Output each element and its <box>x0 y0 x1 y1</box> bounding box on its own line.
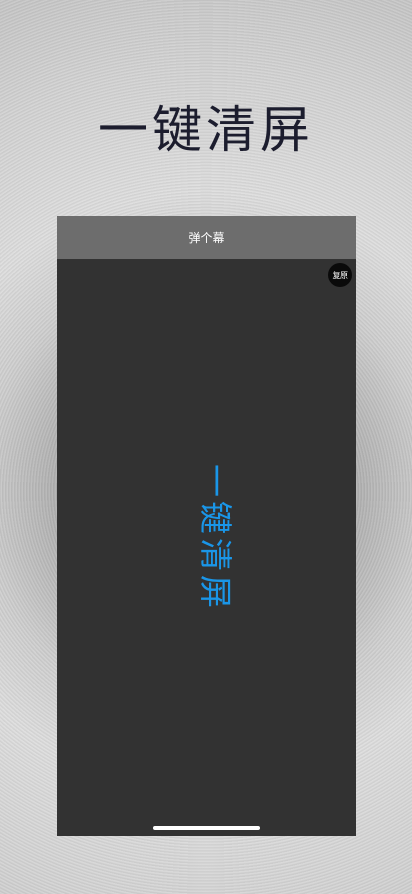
restore-button[interactable]: 复原 <box>328 263 352 287</box>
phone-screen: 弹个幕 复原 一键清屏 <box>57 216 356 836</box>
app-title: 弹个幕 <box>188 231 225 245</box>
restore-button-label: 复原 <box>332 270 349 280</box>
home-indicator[interactable] <box>153 826 260 830</box>
danmaku-text: 一键清屏 <box>196 464 235 612</box>
app-header: 弹个幕 <box>57 216 356 259</box>
hero-title: 一键清屏 <box>98 101 314 159</box>
